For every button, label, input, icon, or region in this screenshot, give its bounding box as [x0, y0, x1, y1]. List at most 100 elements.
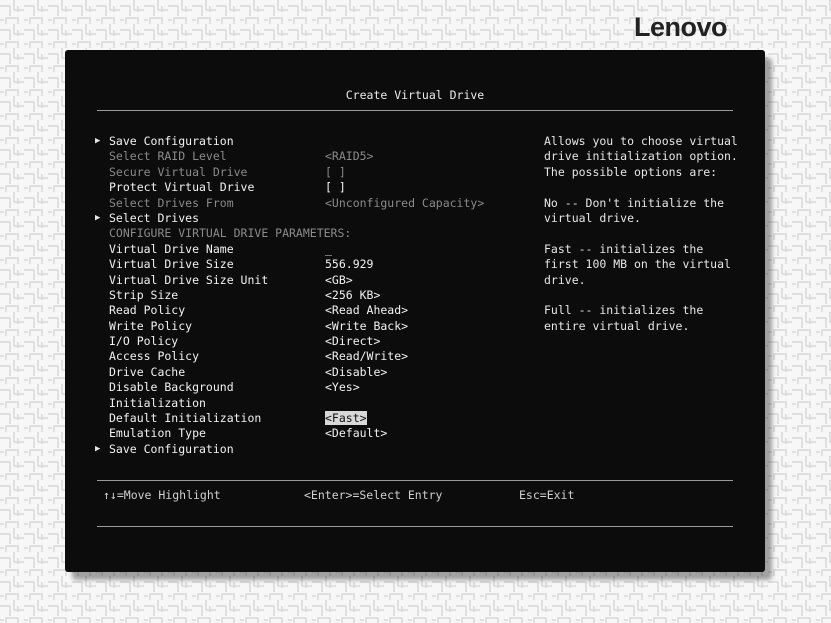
setting-label: Protect Virtual Drive [109, 180, 319, 195]
help-text-line: entire virtual drive. [544, 318, 690, 333]
setting-value-text: <Read Ahead> [325, 303, 409, 318]
setting-value-text: <GB> [325, 272, 353, 287]
setting-label-text: Default Initialization [109, 411, 262, 426]
title-divider [97, 110, 733, 111]
setting-label-text: Write Policy [109, 318, 193, 333]
lenovo-logo: Lenovo. [634, 12, 729, 42]
submenu-arrow-icon: ▶ [95, 443, 101, 454]
setting-value[interactable]: <Disable> [325, 365, 535, 380]
help-text-line [544, 288, 744, 303]
setting-label: Drive Cache [109, 365, 319, 380]
key-legend: ↑↓=Move Highlight <Enter>=Select Entry E… [65, 488, 765, 504]
setting-label: Select RAID Level [109, 149, 319, 164]
help-text-line: drive. [544, 272, 586, 287]
setting-value: <RAID5> [325, 149, 535, 164]
setting-label: Access Policy [109, 349, 319, 364]
setting-label: Secure Virtual Drive [109, 165, 319, 180]
setting-value[interactable]: <256 KB> [325, 288, 535, 303]
setting-label: I/O Policy [109, 334, 319, 349]
help-panel: Allows you to choose virtual drive initia… [544, 134, 744, 334]
setting-value-text: <256 KB> [325, 287, 381, 302]
help-text-line [544, 180, 744, 195]
setting-label-text: Strip Size [109, 287, 179, 302]
setting-label-text: Initialization [109, 395, 206, 410]
selected-value: <Fast> [325, 411, 367, 426]
setting-value-text: _ [325, 241, 332, 256]
setting-value-text: <Yes> [325, 380, 360, 395]
setting-label: Initialization [109, 396, 319, 411]
setting-label: CONFIGURE VIRTUAL DRIVE PARAMETERS: [109, 226, 351, 241]
exit-hint: Esc=Exit [519, 488, 575, 502]
setting-value[interactable]: <Fast> [325, 411, 535, 426]
setting-value[interactable]: <Write Back> [325, 319, 535, 334]
setting-value[interactable]: <GB> [325, 273, 535, 288]
setting-value-empty [325, 396, 535, 411]
menu-link[interactable]: ▶ Select Drives [95, 210, 319, 226]
setting-label-text: Read Policy [109, 303, 186, 318]
setting-value: <Unconfigured Capacity> [325, 196, 535, 211]
setting-value-text: <Write Back> [325, 318, 409, 333]
setting-value-text: [ ] [325, 164, 346, 179]
help-text-line: Fast -- initializes the [544, 241, 704, 256]
settings-value-column: <RAID5>[ ][ ] <Unconfigured Capacity> _ 556… [325, 134, 535, 457]
setting-label-text: Select Drives From [109, 195, 234, 210]
setting-label: Default Initialization [109, 411, 319, 426]
setting-label-text: Drive Cache [109, 364, 186, 379]
setting-value-empty [325, 211, 535, 226]
help-text-line: The possible options are: [544, 164, 718, 179]
footer-bottom-divider [97, 526, 733, 527]
help-text-line: Allows you to choose virtual [544, 134, 738, 148]
setting-label: Virtual Drive Name [109, 242, 319, 257]
footer-top-divider [97, 480, 733, 481]
menu-link[interactable]: ▶ Save Configuration [95, 134, 319, 149]
setting-value-empty [325, 134, 535, 149]
setting-value[interactable]: <Default> [325, 426, 535, 441]
setting-value-empty [325, 442, 535, 457]
setting-label-text: Secure Virtual Drive [109, 164, 248, 179]
help-text-line: Full -- initializes the [544, 303, 704, 318]
setting-value[interactable]: 556.929 [325, 257, 535, 272]
help-text-line: virtual drive. [544, 210, 641, 225]
help-text-line [544, 226, 744, 241]
setting-label-text: Virtual Drive Size [109, 257, 234, 272]
setting-value-text: <Disable> [325, 364, 388, 379]
setting-value-text: <Default> [325, 426, 388, 441]
setting-label-text: Protect Virtual Drive [109, 180, 255, 195]
setting-label-text: I/O Policy [109, 334, 179, 349]
submenu-arrow-icon: ▶ [95, 212, 101, 223]
setting-label-text: Access Policy [109, 349, 200, 364]
setting-value-empty [325, 226, 535, 241]
setting-label: Disable Background [109, 380, 319, 395]
setting-label-text: Select RAID Level [109, 149, 227, 164]
setting-value-text: <Unconfigured Capacity> [325, 195, 485, 210]
setting-label: Virtual Drive Size [109, 257, 319, 272]
setting-label-text: Select Drives [109, 210, 200, 225]
setting-value: [ ] [325, 165, 535, 180]
setting-value[interactable]: _ [325, 242, 535, 257]
setting-value[interactable]: <Yes> [325, 380, 535, 395]
setting-label-text: Emulation Type [109, 426, 206, 441]
page-title: Create Virtual Drive [345, 88, 485, 102]
menu-link[interactable]: ▶ Save Configuration [95, 441, 319, 457]
setting-label: Virtual Drive Size Unit [109, 273, 319, 288]
setting-label-text: Virtual Drive Size Unit [109, 272, 269, 287]
setting-label: Emulation Type [109, 426, 319, 441]
setting-value-text: [ ] [325, 180, 346, 195]
setting-label-text: Save Configuration [109, 441, 234, 456]
setting-value[interactable]: [ ] [325, 180, 535, 195]
move-highlight-hint: ↑↓=Move Highlight [103, 488, 221, 502]
setting-label-text: Virtual Drive Name [109, 241, 234, 256]
setting-value-text: <Read/Write> [325, 349, 409, 364]
setting-label-text: Save Configuration [109, 134, 234, 148]
bios-screen: Create Virtual Drive ▶ Save Configuration… [65, 50, 765, 572]
setting-value[interactable]: <Direct> [325, 334, 535, 349]
help-text-line: first 100 MB on the virtual [544, 257, 731, 272]
select-entry-hint: <Enter>=Select Entry [304, 488, 443, 502]
setting-label: Read Policy [109, 303, 319, 318]
setting-value[interactable]: <Read Ahead> [325, 303, 535, 318]
help-text-line: drive initialization option. [544, 149, 738, 164]
help-text-line: No -- Don't initialize the [544, 195, 725, 210]
setting-value[interactable]: <Read/Write> [325, 349, 535, 364]
settings-label-column: ▶ Save Configuration Select RAID Level Secu… [95, 134, 351, 457]
setting-label-text: Disable Background [109, 380, 234, 395]
